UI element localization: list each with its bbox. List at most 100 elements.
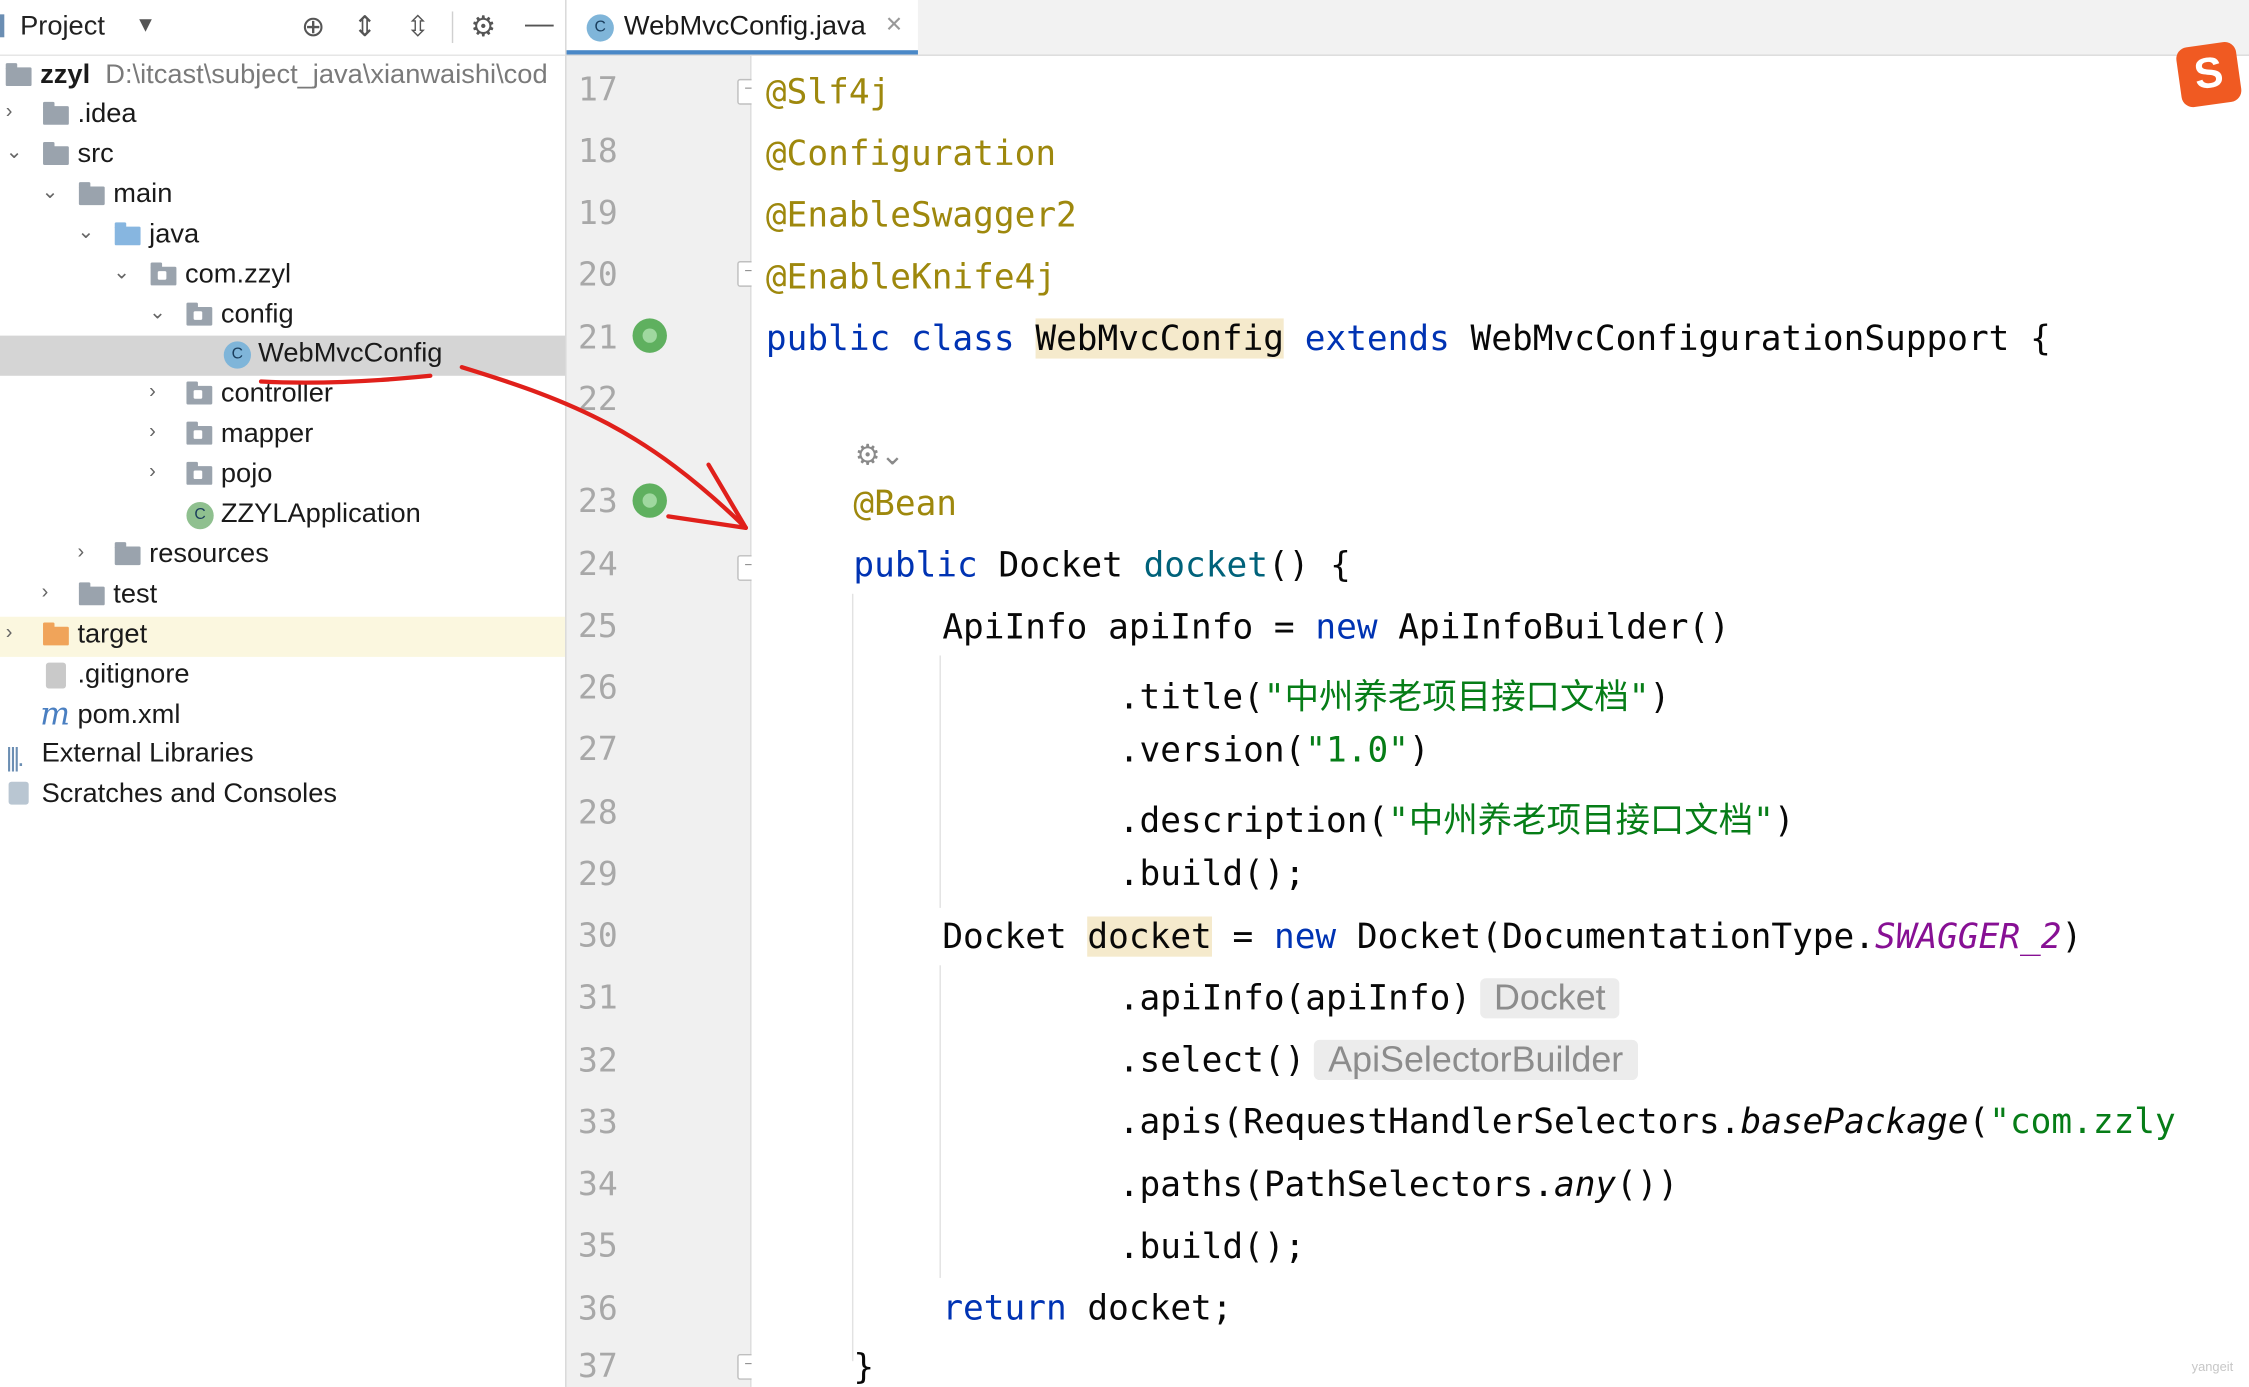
chevron-right-icon[interactable]: › bbox=[149, 419, 156, 442]
code-token: ) bbox=[1649, 676, 1671, 718]
chevron-down-icon[interactable]: ⌄ bbox=[149, 300, 166, 324]
annotation-token: @Bean bbox=[853, 483, 958, 524]
tree-item-controller[interactable]: › controller bbox=[0, 376, 565, 416]
package-icon bbox=[186, 461, 213, 485]
variable-token: docket bbox=[1087, 916, 1212, 957]
inlay-type-hint: ApiSelectorBuilder bbox=[1313, 1039, 1638, 1081]
code-token: .apis(RequestHandlerSelectors. bbox=[1118, 1101, 1741, 1142]
chevron-down-icon[interactable]: ⌄ bbox=[113, 260, 130, 284]
tree-item-label: mapper bbox=[220, 418, 314, 449]
code-editor[interactable]: @Slf4j @Configuration @EnableSwagger2 @E… bbox=[751, 55, 2249, 1387]
input-method-logo: S bbox=[2174, 40, 2243, 109]
line-number: 24 bbox=[578, 546, 618, 584]
tree-item-label: com.zzyl bbox=[185, 259, 292, 290]
tree-item-config[interactable]: ⌄ config bbox=[0, 297, 565, 337]
code-token: ) bbox=[2061, 916, 2083, 957]
tree-item-idea[interactable]: › .idea bbox=[0, 96, 565, 136]
code-line-20: @EnableKnife4j bbox=[766, 257, 1056, 297]
code-token: } bbox=[853, 1346, 875, 1387]
tree-item-java[interactable]: ⌄ java bbox=[0, 217, 565, 257]
tree-item-label: src bbox=[77, 139, 114, 170]
tree-item-src[interactable]: ⌄ src bbox=[0, 136, 565, 176]
code-line-35: .build(); bbox=[1119, 1226, 1306, 1266]
code-line-26: .title("中州养老项目接口文档") bbox=[1119, 668, 1671, 718]
indent-guide bbox=[939, 965, 941, 1278]
code-token: docket; bbox=[1087, 1288, 1233, 1329]
chevron-right-icon[interactable]: › bbox=[42, 579, 49, 602]
package-icon bbox=[186, 302, 213, 326]
indent-guide bbox=[939, 655, 941, 908]
editor-tab-bar: C WebMvcConfig.java ✕ bbox=[566, 0, 2249, 56]
chevron-right-icon[interactable]: › bbox=[149, 379, 156, 402]
code-token: .apiInfo(apiInfo) bbox=[1118, 978, 1472, 1019]
spring-bean-gutter-icon[interactable] bbox=[632, 318, 667, 353]
project-view-title[interactable]: Project bbox=[20, 11, 105, 43]
tree-item-test[interactable]: › test bbox=[0, 577, 565, 617]
keyword-token: extends bbox=[1284, 318, 1471, 359]
tree-root-zzyl[interactable]: zzyl D:\itcast\subject_java\xianwaishi\c… bbox=[0, 57, 565, 97]
watermark: yangeit bbox=[2191, 1359, 2234, 1375]
line-number: 20 bbox=[578, 256, 618, 295]
tree-item-target[interactable]: › target bbox=[0, 616, 566, 657]
tree-item-pom[interactable]: m pom.xml bbox=[0, 697, 565, 737]
resources-folder-icon bbox=[114, 542, 141, 566]
tree-item-gitignore[interactable]: .gitignore bbox=[0, 657, 565, 697]
chevron-right-icon[interactable]: › bbox=[77, 539, 84, 562]
inlay-type-hint: Docket bbox=[1479, 978, 1620, 1019]
tree-item-zzylapplication[interactable]: C ZZYLApplication bbox=[0, 496, 565, 536]
hide-panel-icon[interactable]: — bbox=[525, 9, 554, 42]
code-token: .build(); bbox=[1118, 1226, 1306, 1267]
spring-bean-gutter-icon[interactable] bbox=[632, 483, 667, 518]
code-token: .title( bbox=[1118, 676, 1264, 718]
tree-item-resources[interactable]: › resources bbox=[0, 536, 565, 576]
code-token: ApiInfo apiInfo = bbox=[942, 606, 1316, 647]
folder-icon bbox=[43, 141, 69, 165]
root-path: D:\itcast\subject_java\xianwaishi\cod bbox=[105, 60, 548, 91]
line-number: 18 bbox=[578, 133, 618, 171]
line-number: 28 bbox=[578, 794, 618, 832]
tree-item-mapper[interactable]: › mapper bbox=[0, 416, 565, 456]
type-token: Docket bbox=[998, 545, 1144, 586]
keyword-token: new bbox=[1273, 916, 1357, 957]
tree-item-com-zzyl[interactable]: ⌄ com.zzyl bbox=[0, 257, 565, 297]
ignore-file-icon bbox=[45, 662, 66, 689]
tree-item-label: WebMvcConfig bbox=[258, 338, 443, 369]
code-line-23: @Bean bbox=[853, 483, 957, 523]
string-token: "com.zzly bbox=[1989, 1101, 2176, 1142]
close-icon[interactable]: ✕ bbox=[885, 11, 903, 37]
tree-item-label: External Libraries bbox=[41, 738, 254, 769]
expand-all-icon[interactable]: ⇕ bbox=[353, 9, 377, 45]
code-line-36: return docket; bbox=[942, 1288, 1232, 1328]
tree-item-webmvcconfig[interactable]: C WebMvcConfig bbox=[0, 335, 566, 376]
folder-icon bbox=[43, 101, 69, 125]
chevron-down-icon[interactable]: ▼ bbox=[135, 13, 156, 37]
class-icon: C bbox=[586, 14, 614, 42]
chevron-right-icon[interactable]: › bbox=[6, 99, 13, 122]
line-number: 32 bbox=[578, 1042, 618, 1081]
code-token: ()) bbox=[1616, 1164, 1679, 1205]
locate-icon[interactable]: ⊕ bbox=[301, 9, 325, 45]
bean-settings-icon[interactable]: ⚙⌄ bbox=[855, 437, 905, 473]
code-line-21: public class WebMvcConfig extends WebMvc… bbox=[766, 318, 2051, 359]
code-line-37: } bbox=[853, 1347, 874, 1387]
gear-icon[interactable]: ⚙ bbox=[470, 9, 496, 45]
folder-icon bbox=[78, 182, 105, 206]
tree-item-pojo[interactable]: › pojo bbox=[0, 456, 565, 496]
tree-item-label: ZZYLApplication bbox=[220, 499, 421, 530]
keyword-token: new bbox=[1315, 606, 1399, 647]
tab-label: WebMvcConfig.java bbox=[623, 11, 866, 42]
line-number: 21 bbox=[578, 319, 618, 358]
collapse-all-icon[interactable]: ⇳ bbox=[406, 9, 430, 45]
tree-item-main[interactable]: ⌄ main bbox=[0, 176, 565, 216]
chevron-down-icon[interactable]: ⌄ bbox=[6, 139, 23, 163]
chevron-right-icon[interactable]: › bbox=[6, 620, 13, 643]
chevron-down-icon[interactable]: ⌄ bbox=[42, 179, 59, 203]
tab-webmvcconfig[interactable]: C WebMvcConfig.java ✕ bbox=[566, 0, 918, 55]
tree-item-label: controller bbox=[220, 378, 333, 409]
editor-gutter[interactable]: 17 18 19 20 21 22 23 24 25 26 27 28 29 3… bbox=[566, 55, 761, 1387]
tree-item-scratches[interactable]: Scratches and Consoles bbox=[0, 776, 565, 816]
tree-item-external-libraries[interactable]: |||. External Libraries bbox=[0, 736, 565, 776]
project-panel: Project ▼ ⊕ ⇕ ⇳ ⚙ — zzyl D:\itcast\subje… bbox=[0, 0, 567, 1387]
chevron-down-icon[interactable]: ⌄ bbox=[77, 219, 94, 243]
chevron-right-icon[interactable]: › bbox=[149, 459, 156, 482]
